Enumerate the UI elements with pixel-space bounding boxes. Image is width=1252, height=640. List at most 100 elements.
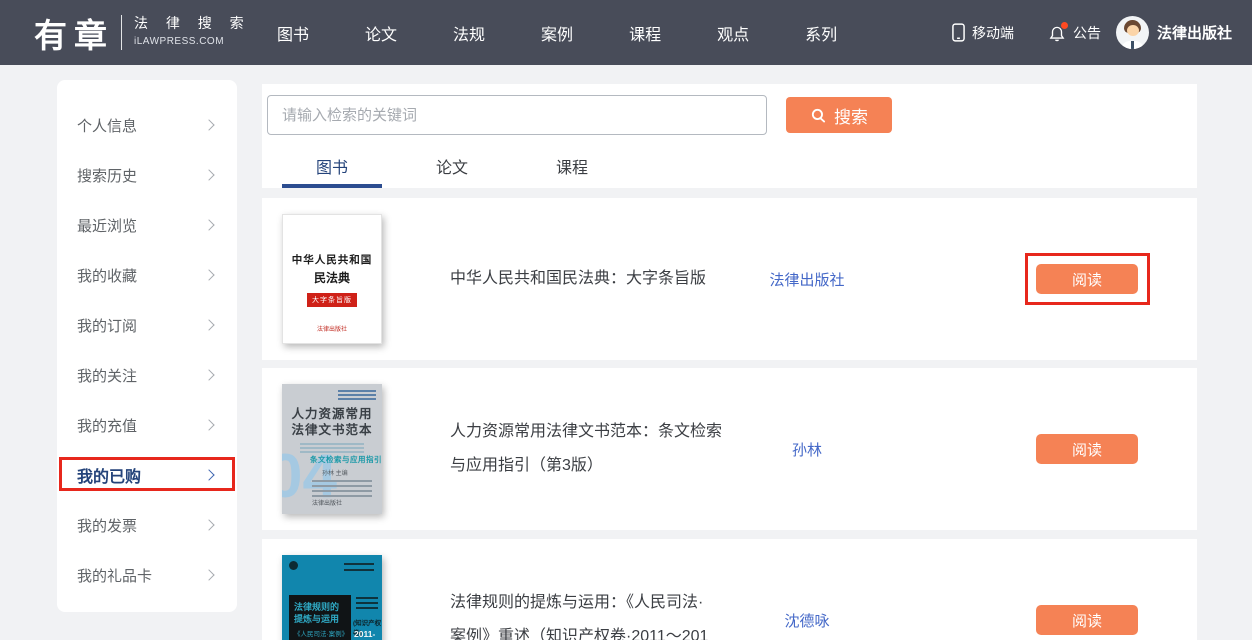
- book-title[interactable]: 中华人民共和国民法典：大字条旨版: [450, 198, 750, 360]
- mobile-phone-icon: [952, 23, 965, 42]
- book-title[interactable]: 人力资源常用法律文书范本：条文检索 与应用指引（第3版）: [450, 368, 750, 530]
- brand-subtitle: 法 律 搜 索: [134, 13, 251, 33]
- cover-title-line: 民法典: [283, 269, 381, 286]
- sidebar-item-subscriptions[interactable]: 我的订阅: [57, 300, 237, 350]
- nav-series[interactable]: 系列: [805, 21, 837, 45]
- search-icon: [810, 107, 827, 124]
- sidebar-item-recharge[interactable]: 我的充值: [57, 400, 237, 450]
- avatar-tie: [1131, 41, 1134, 49]
- sidebar-label: 我的关注: [77, 365, 137, 386]
- cover-decor: [289, 561, 298, 570]
- sidebar-label: 我的已购: [77, 463, 141, 487]
- publisher-link[interactable]: 法律出版社: [722, 198, 892, 360]
- result-row: 法律规则的 提炼与运用 《人民司法·案例》 重述 (知识产权卷) 2011-20…: [262, 539, 1197, 640]
- sidebar-label: 个人信息: [77, 115, 137, 136]
- cover-title: 人力资源常用 法律文书范本: [282, 406, 382, 438]
- chevron-right-icon: [203, 369, 214, 380]
- notification-dot: [1061, 22, 1068, 29]
- tab-papers[interactable]: 论文: [402, 144, 502, 188]
- mobile-entry[interactable]: 移动端: [952, 0, 1014, 65]
- account-sidebar: 个人信息 搜索历史 最近浏览 我的收藏 我的订阅 我的关注 我的充值 我的已购 …: [57, 80, 237, 612]
- chevron-right-icon: [203, 119, 214, 130]
- chevron-right-icon: [203, 519, 214, 530]
- nav-cases[interactable]: 案例: [541, 21, 573, 45]
- sidebar-item-profile[interactable]: 个人信息: [57, 100, 237, 150]
- title-line: 与应用指引（第3版）: [450, 449, 750, 483]
- sidebar-item-recently-viewed[interactable]: 最近浏览: [57, 200, 237, 250]
- cover-subtitle: 《人民司法·案例》: [294, 628, 348, 638]
- nav-viewpoints[interactable]: 观点: [717, 21, 749, 45]
- read-button[interactable]: 阅读: [1036, 434, 1138, 464]
- notice-entry[interactable]: 公告: [1048, 0, 1101, 65]
- cover-byline: 孙林 主编: [322, 468, 348, 477]
- sidebar-item-purchased[interactable]: 我的已购: [57, 450, 237, 500]
- result-row: 中华人民共和国 民法典 大字条旨版 法律出版社 中华人民共和国民法典：大字条旨版…: [262, 198, 1197, 360]
- cover-title-line: 中华人民共和国: [283, 252, 381, 267]
- book-cover[interactable]: 法律规则的 提炼与运用 《人民司法·案例》 重述 (知识产权卷) 2011-20…: [282, 555, 382, 640]
- chevron-right-icon: [203, 269, 214, 280]
- nav-papers[interactable]: 论文: [365, 21, 397, 45]
- sidebar-label: 我的充值: [77, 415, 137, 436]
- sidebar-item-invoices[interactable]: 我的发票: [57, 500, 237, 550]
- cover-publisher-mark: 法律出版社: [283, 324, 381, 333]
- sidebar-item-search-history[interactable]: 搜索历史: [57, 150, 237, 200]
- read-button[interactable]: 阅读: [1036, 264, 1138, 294]
- cover-panel: 法律规则的 提炼与运用 《人民司法·案例》 重述: [289, 595, 351, 640]
- sidebar-label: 我的收藏: [77, 265, 137, 286]
- main-nav: 图书 论文 法规 案例 课程 观点 系列: [277, 0, 837, 65]
- title-line: 人力资源常用法律文书范本：条文检索: [450, 415, 750, 449]
- search-input[interactable]: [267, 95, 767, 135]
- cover-publisher-mark: 法律出版社: [312, 498, 342, 507]
- username[interactable]: 法律出版社: [1157, 0, 1232, 65]
- author-link[interactable]: 沈德咏: [722, 539, 892, 640]
- cover-decor: [338, 390, 376, 400]
- brand-logo[interactable]: 有章: [34, 9, 114, 57]
- chevron-right-icon: [203, 219, 214, 230]
- page: 有章 法 律 搜 索 iLAWPRESS.COM 图书 论文 法规 案例 课程 …: [0, 0, 1252, 640]
- search-button[interactable]: 搜索: [786, 97, 892, 133]
- title-line: 中华人民共和国民法典：大字条旨版: [450, 262, 750, 296]
- sidebar-item-gift-cards[interactable]: 我的礼品卡: [57, 550, 237, 600]
- chevron-right-icon: [203, 319, 214, 330]
- chevron-right-icon: [203, 419, 214, 430]
- sidebar-label: 我的发票: [77, 515, 137, 536]
- cover-title-line: 人力资源常用: [282, 406, 382, 422]
- logo-divider: [121, 15, 122, 50]
- avatar-face: [1127, 25, 1139, 36]
- title-line: 案例》重述（知识产权卷·2011～201: [450, 620, 750, 640]
- author-link[interactable]: 孙林: [722, 368, 892, 530]
- cover-decor: [312, 480, 372, 500]
- title-line: 法律规则的提炼与运用：《人民司法·: [450, 586, 750, 620]
- tab-label: 论文: [436, 154, 468, 178]
- nav-books[interactable]: 图书: [277, 21, 309, 45]
- sidebar-item-favorites[interactable]: 我的收藏: [57, 250, 237, 300]
- sidebar-label: 我的订阅: [77, 315, 137, 336]
- active-tab-underline: [282, 184, 382, 188]
- user-avatar[interactable]: [1116, 16, 1149, 49]
- top-header: 有章 法 律 搜 索 iLAWPRESS.COM 图书 论文 法规 案例 课程 …: [0, 0, 1252, 65]
- bell-icon: [1048, 24, 1066, 42]
- book-cover[interactable]: 中华人民共和国 民法典 大字条旨版 法律出版社: [282, 214, 382, 344]
- tab-label: 图书: [316, 154, 348, 178]
- read-button[interactable]: 阅读: [1036, 605, 1138, 635]
- tab-label: 课程: [556, 154, 588, 178]
- cover-decor: [344, 563, 374, 575]
- mobile-label: 移动端: [972, 23, 1014, 43]
- notice-label: 公告: [1073, 23, 1101, 43]
- nav-courses[interactable]: 课程: [629, 21, 661, 45]
- chevron-right-icon: [203, 469, 214, 480]
- cover-years: 2011-2015: [354, 629, 382, 640]
- sidebar-label: 搜索历史: [77, 165, 137, 186]
- tab-books[interactable]: 图书: [282, 144, 382, 188]
- nav-regulations[interactable]: 法规: [453, 21, 485, 45]
- cover-title-line: 法律规则的 提炼与运用: [294, 601, 348, 625]
- book-title[interactable]: 法律规则的提炼与运用：《人民司法· 案例》重述（知识产权卷·2011～201: [450, 539, 750, 640]
- sidebar-label: 我的礼品卡: [77, 565, 152, 586]
- sidebar-item-follows[interactable]: 我的关注: [57, 350, 237, 400]
- brand-tagline: 法 律 搜 索 iLAWPRESS.COM: [134, 13, 251, 47]
- tab-courses[interactable]: 课程: [522, 144, 622, 188]
- result-tabs: 图书 论文 课程: [282, 144, 622, 188]
- cover-badge: 大字条旨版: [307, 293, 357, 307]
- brand-domain: iLAWPRESS.COM: [134, 36, 251, 47]
- book-cover[interactable]: 人力资源常用 法律文书范本 04 条文检索与应用指引 孙林 主编 法律出版社: [282, 384, 382, 514]
